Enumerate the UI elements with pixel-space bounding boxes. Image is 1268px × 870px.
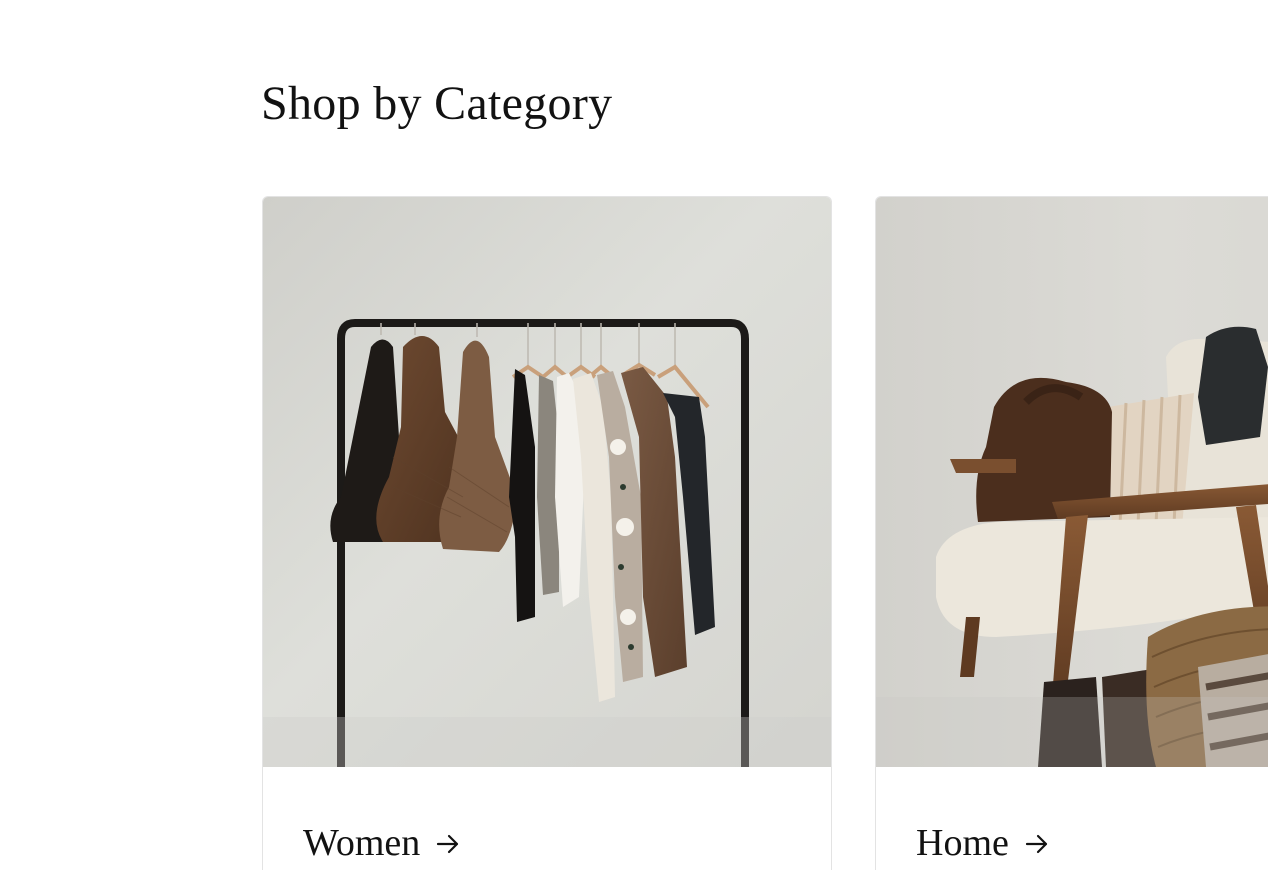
category-list: Women Home xyxy=(262,196,1268,870)
clothing-rack-photo xyxy=(263,197,831,767)
category-image-women[interactable] xyxy=(263,197,831,767)
category-link-women[interactable]: Women xyxy=(303,819,462,867)
category-image-home[interactable] xyxy=(876,197,1268,767)
section-title: Shop by Category xyxy=(261,77,613,130)
armchair-photo xyxy=(876,197,1268,767)
arrow-right-icon xyxy=(434,830,462,858)
category-card-women[interactable]: Women xyxy=(262,196,832,870)
category-card-home[interactable]: Home xyxy=(875,196,1268,870)
category-label-women: Women xyxy=(303,822,421,864)
arrow-right-icon xyxy=(1023,830,1051,858)
category-link-home[interactable]: Home xyxy=(916,819,1051,867)
category-label-home: Home xyxy=(916,822,1009,864)
